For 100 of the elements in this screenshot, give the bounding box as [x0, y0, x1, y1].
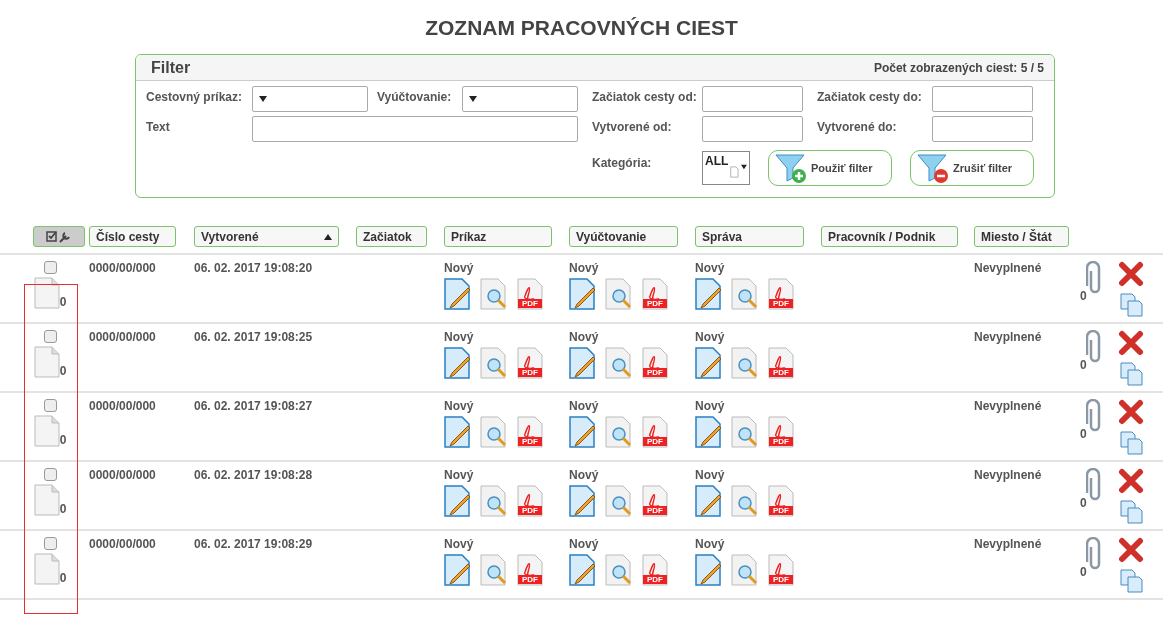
created-date: 06. 02. 2017 19:08:25 — [194, 330, 314, 344]
pdf-icon[interactable]: PDF — [516, 416, 544, 448]
sort-ascending-icon — [324, 233, 332, 240]
status-text: Nový — [695, 330, 726, 344]
created-date: 06. 02. 2017 19:08:20 — [194, 261, 314, 275]
input-field[interactable] — [932, 86, 1033, 112]
input-field[interactable] — [252, 116, 578, 142]
status-text: Nový — [695, 468, 726, 482]
document-count: 0 — [59, 433, 67, 447]
dropdown-caret-icon — [259, 96, 267, 102]
field-label: Začiatok cesty od: — [592, 89, 698, 104]
attachment-count: 0 — [1080, 427, 1087, 441]
column-header[interactable]: Príkaz — [444, 226, 552, 247]
status-text: Nový — [569, 330, 600, 344]
status-text: Nový — [569, 468, 600, 482]
delete-icon[interactable] — [1118, 537, 1144, 563]
pdf-icon[interactable]: PDF — [767, 278, 795, 310]
pdf-icon[interactable]: PDF — [767, 554, 795, 586]
pdf-icon[interactable]: PDF — [516, 347, 544, 379]
field-label: Text — [146, 119, 171, 134]
place-text: Nevyplnené — [974, 399, 1043, 413]
pdf-icon[interactable]: PDF — [516, 485, 544, 517]
field-label: Vytvorené do: — [817, 119, 898, 134]
created-date: 06. 02. 2017 19:08:29 — [194, 537, 314, 551]
field-label: Vyúčtovanie: — [377, 89, 453, 104]
column-header[interactable]: Vytvorené — [194, 226, 339, 247]
page-title: ZOZNAM PRACOVNÝCH CIEST — [424, 16, 739, 40]
column-header[interactable]: Správa — [695, 226, 804, 247]
field-label: Vytvorené od: — [592, 119, 673, 134]
delete-icon[interactable] — [1118, 399, 1144, 425]
dropdown-caret-icon — [741, 164, 747, 170]
document-icon — [730, 164, 740, 180]
trip-number: 0000/00/000 — [89, 468, 157, 482]
pdf-icon[interactable]: PDF — [641, 554, 669, 586]
trip-number: 0000/00/000 — [89, 330, 157, 344]
clear-filter-button[interactable]: Zrušiť filter — [910, 150, 1034, 186]
delete-icon[interactable] — [1118, 468, 1144, 494]
pdf-icon[interactable]: PDF — [767, 416, 795, 448]
delete-icon[interactable] — [1118, 261, 1144, 287]
place-text: Nevyplnené — [974, 537, 1043, 551]
pdf-icon[interactable]: PDF — [767, 485, 795, 517]
column-header[interactable]: Začiatok — [356, 226, 427, 247]
copy-icon[interactable] — [1120, 293, 1144, 317]
created-date: 06. 02. 2017 19:08:28 — [194, 468, 314, 482]
delete-icon[interactable] — [1118, 330, 1144, 356]
category-select[interactable]: ALL — [702, 151, 750, 185]
row-checkbox[interactable] — [43, 330, 57, 343]
column-header[interactable]: Vyúčtovanie — [569, 226, 678, 247]
select-field[interactable] — [462, 86, 578, 112]
pdf-icon[interactable]: PDF — [516, 278, 544, 310]
input-field[interactable] — [702, 116, 803, 142]
row-checkbox[interactable] — [43, 537, 57, 550]
apply-filter-button[interactable]: Použiť filter — [768, 150, 892, 186]
pdf-icon[interactable]: PDF — [516, 554, 544, 586]
pdf-icon[interactable]: PDF — [641, 347, 669, 379]
pdf-icon[interactable]: PDF — [641, 416, 669, 448]
status-text: Nový — [444, 330, 475, 344]
status-text: Nový — [569, 537, 600, 551]
row-checkbox[interactable] — [43, 468, 57, 481]
copy-icon[interactable] — [1120, 500, 1144, 524]
created-date: 06. 02. 2017 19:08:27 — [194, 399, 314, 413]
status-text: Nový — [444, 261, 475, 275]
status-text: Nový — [695, 537, 726, 551]
input-field[interactable] — [932, 116, 1033, 142]
check-wrench-icon — [46, 230, 72, 243]
column-header[interactable]: Pracovník / Podnik — [821, 226, 958, 247]
row-checkbox[interactable] — [43, 261, 57, 274]
funnel-plus-icon — [775, 152, 809, 184]
trip-number: 0000/00/000 — [89, 399, 157, 413]
pdf-icon[interactable]: PDF — [641, 485, 669, 517]
pdf-icon[interactable]: PDF — [767, 347, 795, 379]
attachment-count: 0 — [1080, 565, 1087, 579]
document-count: 0 — [59, 295, 67, 309]
column-header[interactable]: Miesto / Štát — [974, 226, 1069, 247]
attachment-count: 0 — [1080, 358, 1087, 372]
document-icon[interactable] — [33, 277, 60, 309]
field-label: Začiatok cesty do: — [817, 89, 923, 104]
status-text: Nový — [444, 468, 475, 482]
trip-number: 0000/00/000 — [89, 537, 157, 551]
document-count: 0 — [59, 571, 67, 585]
dropdown-caret-icon — [469, 96, 477, 102]
select-field[interactable] — [252, 86, 368, 112]
status-text: Nový — [569, 399, 600, 413]
status-text: Nový — [695, 399, 726, 413]
place-text: Nevyplnené — [974, 330, 1043, 344]
filter-title: Filter — [151, 59, 191, 77]
attachment-count: 0 — [1080, 496, 1087, 510]
status-text: Nový — [444, 537, 475, 551]
bulk-tools-button[interactable] — [33, 226, 85, 247]
row-checkbox[interactable] — [43, 399, 57, 412]
input-field[interactable] — [702, 86, 803, 112]
column-header[interactable]: Číslo cesty — [89, 226, 176, 247]
status-text: Nový — [569, 261, 600, 275]
pdf-icon[interactable]: PDF — [641, 278, 669, 310]
field-label: Kategória: — [592, 155, 653, 170]
copy-icon[interactable] — [1120, 569, 1144, 593]
trip-count: Počet zobrazených ciest: 5 / 5 — [873, 61, 1044, 75]
status-text: Nový — [444, 399, 475, 413]
copy-icon[interactable] — [1120, 362, 1144, 386]
copy-icon[interactable] — [1120, 431, 1144, 455]
